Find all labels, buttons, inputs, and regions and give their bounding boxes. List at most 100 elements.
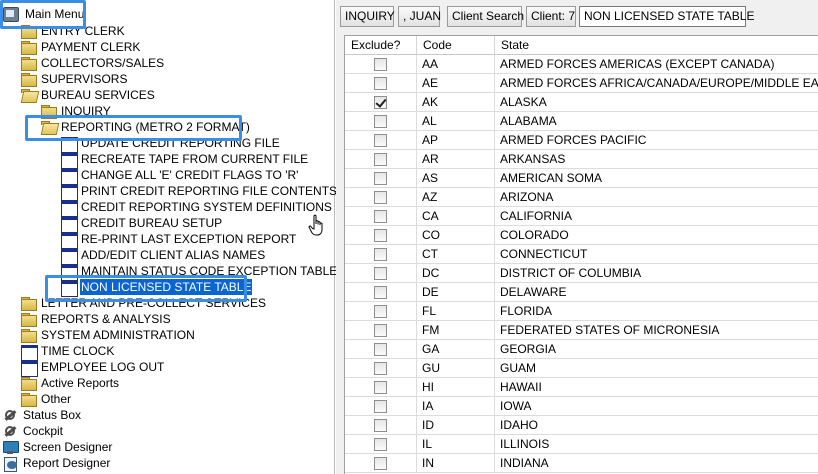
- window-icon: [60, 280, 78, 297]
- tree-item[interactable]: TIME CLOCK: [20, 343, 115, 361]
- exclude-checkbox[interactable]: [374, 77, 387, 90]
- table-row[interactable]: FM FEDERATED STATES OF MICRONESIA: [345, 321, 818, 340]
- tool-item[interactable]: Status Box: [2, 407, 82, 423]
- state-cell: ARMED FORCES PACIFIC: [500, 133, 647, 147]
- tool-item[interactable]: Report Designer: [2, 455, 111, 472]
- client-search-button[interactable]: Client Search: [447, 6, 524, 27]
- tree-item[interactable]: CREDIT BUREAU SETUP: [60, 215, 223, 233]
- tree-item[interactable]: REPORTING (METRO 2 FORMAT): [40, 119, 251, 135]
- tree-item[interactable]: ENTRY CLERK: [20, 23, 126, 39]
- table-row[interactable]: GA GEORGIA: [345, 340, 818, 359]
- tree-item[interactable]: Active Reports: [20, 375, 120, 391]
- exclude-checkbox[interactable]: [374, 400, 387, 413]
- exclude-checkbox[interactable]: [374, 457, 387, 470]
- table-row[interactable]: IA IOWA: [345, 397, 818, 416]
- exclude-checkbox[interactable]: [374, 115, 387, 128]
- column-header-code[interactable]: Code: [417, 36, 495, 55]
- exclude-checkbox[interactable]: [374, 172, 387, 185]
- table-row[interactable]: GU GUAM: [345, 359, 818, 378]
- tree-item[interactable]: INQUIRY: [40, 103, 112, 119]
- content-panel: INQUIRY , JUAN Client Search Client: 7 N…: [336, 0, 818, 474]
- client-button[interactable]: Client: 7: [526, 6, 576, 27]
- tree-item[interactable]: COLLECTORS/SALES: [20, 55, 165, 71]
- main-menu-tree[interactable]: Main Menu ENTRY CLERK PAYMENT CLERK COLLEC…: [0, 0, 338, 474]
- exclude-checkbox[interactable]: [374, 267, 387, 280]
- tree-item[interactable]: RECREATE TAPE FROM CURRENT FILE: [60, 151, 309, 169]
- table-row[interactable]: CO COLORADO: [345, 226, 818, 245]
- tree-root-main-menu[interactable]: Main Menu: [2, 6, 85, 22]
- tree-item-label: SYSTEM ADMINISTRATION: [41, 328, 195, 342]
- state-cell: FLORIDA: [500, 304, 553, 318]
- tree-item[interactable]: CHANGE ALL 'E' CREDIT FLAGS TO 'R': [60, 167, 299, 185]
- code-cell: CA: [417, 207, 495, 225]
- table-row[interactable]: AE ARMED FORCES AFRICA/CANADA/EUROPE/MIDD…: [345, 74, 818, 93]
- table-row[interactable]: ID IDAHO: [345, 416, 818, 435]
- exclude-checkbox[interactable]: [374, 58, 387, 71]
- folder-icon: [20, 392, 37, 407]
- table-row[interactable]: AA ARMED FORCES AMERICAS (EXCEPT CANADA): [345, 55, 818, 74]
- tree-item[interactable]: CREDIT REPORTING SYSTEM DEFINITIONS: [60, 199, 333, 217]
- tree-item[interactable]: BUREAU SERVICES: [20, 87, 156, 103]
- tree-item[interactable]: PRINT CREDIT REPORTING FILE CONTENTS: [60, 183, 338, 201]
- tool-item[interactable]: Screen Designer: [2, 439, 113, 455]
- state-cell: DISTRICT OF COLUMBIA: [500, 266, 642, 280]
- tree-item[interactable]: PAYMENT CLERK: [20, 39, 141, 55]
- exclude-checkbox[interactable]: [374, 134, 387, 147]
- exclude-checkbox[interactable]: [374, 343, 387, 356]
- column-header-exclude[interactable]: Exclude?: [345, 36, 417, 55]
- exclude-checkbox[interactable]: [374, 362, 387, 375]
- exclude-checkbox[interactable]: [374, 324, 387, 337]
- table-row[interactable]: CA CALIFORNIA: [345, 207, 818, 226]
- inquiry-button[interactable]: INQUIRY: [340, 6, 395, 27]
- tree-item[interactable]: EMPLOYEE LOG OUT: [20, 359, 165, 377]
- code-cell: AL: [417, 112, 495, 130]
- tool-item[interactable]: Cockpit: [2, 423, 64, 439]
- tree-item[interactable]: REPORTS & ANALYSIS: [20, 311, 172, 327]
- exclude-cell: [345, 226, 417, 244]
- tree-item[interactable]: RE-PRINT LAST EXCEPTION REPORT: [60, 231, 297, 249]
- table-row[interactable]: DC DISTRICT OF COLUMBIA: [345, 264, 818, 283]
- tree-item-label: Other: [41, 392, 72, 406]
- exclude-cell: [345, 112, 417, 130]
- exclude-cell: [345, 74, 417, 92]
- code-cell: AZ: [417, 188, 495, 206]
- table-row[interactable]: HI HAWAII: [345, 378, 818, 397]
- table-row[interactable]: AR ARKANSAS: [345, 150, 818, 169]
- exclude-checkbox[interactable]: [374, 248, 387, 261]
- tree-item[interactable]: LETTER AND PRE-COLLECT SERVICES: [20, 295, 267, 311]
- exclude-checkbox[interactable]: [374, 286, 387, 299]
- window-icon: [60, 168, 78, 185]
- table-row[interactable]: CT CONNECTICUT: [345, 245, 818, 264]
- table-row[interactable]: AL ALABAMA: [345, 112, 818, 131]
- exclude-checkbox[interactable]: [374, 419, 387, 432]
- exclude-checkbox[interactable]: [374, 153, 387, 166]
- column-header-state[interactable]: State: [495, 36, 818, 55]
- table-row[interactable]: AS AMERICAN SOMA: [345, 169, 818, 188]
- table-row[interactable]: IL ILLINOIS: [345, 435, 818, 454]
- table-row[interactable]: AP ARMED FORCES PACIFIC: [345, 131, 818, 150]
- exclude-checkbox[interactable]: [374, 305, 387, 318]
- tree-item[interactable]: UPDATE CREDIT REPORTING FILE: [60, 135, 281, 153]
- exclude-checkbox[interactable]: [374, 96, 387, 109]
- tree-item[interactable]: NON LICENSED STATE TABLE: [60, 278, 254, 297]
- folder-icon: [20, 312, 37, 327]
- tree-item-label: CREDIT REPORTING SYSTEM DEFINITIONS: [81, 200, 332, 214]
- table-row[interactable]: DE DELAWARE: [345, 283, 818, 302]
- exclude-checkbox[interactable]: [374, 438, 387, 451]
- table-row[interactable]: FL FLORIDA: [345, 302, 818, 321]
- exclude-checkbox[interactable]: [374, 229, 387, 242]
- table-row[interactable]: IN INDIANA: [345, 454, 818, 473]
- tree-item[interactable]: SUPERVISORS: [20, 71, 128, 87]
- debtor-name-button[interactable]: , JUAN: [398, 6, 441, 27]
- toolbar: INQUIRY , JUAN Client Search Client: 7 N…: [336, 0, 818, 33]
- tree-item[interactable]: SYSTEM ADMINISTRATION: [20, 327, 196, 343]
- exclude-checkbox[interactable]: [374, 210, 387, 223]
- tree-item[interactable]: MAINTAIN STATUS CODE EXCEPTION TABLE: [60, 263, 338, 281]
- exclude-checkbox[interactable]: [374, 191, 387, 204]
- table-row[interactable]: AZ ARIZONA: [345, 188, 818, 207]
- tree-item[interactable]: ADD/EDIT CLIENT ALIAS NAMES: [60, 247, 266, 265]
- state-table-grid[interactable]: Exclude? Code State AA ARMED FORCES AMERI…: [344, 35, 818, 474]
- tree-item[interactable]: Other: [20, 391, 72, 407]
- table-row[interactable]: AK ALASKA: [345, 93, 818, 112]
- exclude-checkbox[interactable]: [374, 381, 387, 394]
